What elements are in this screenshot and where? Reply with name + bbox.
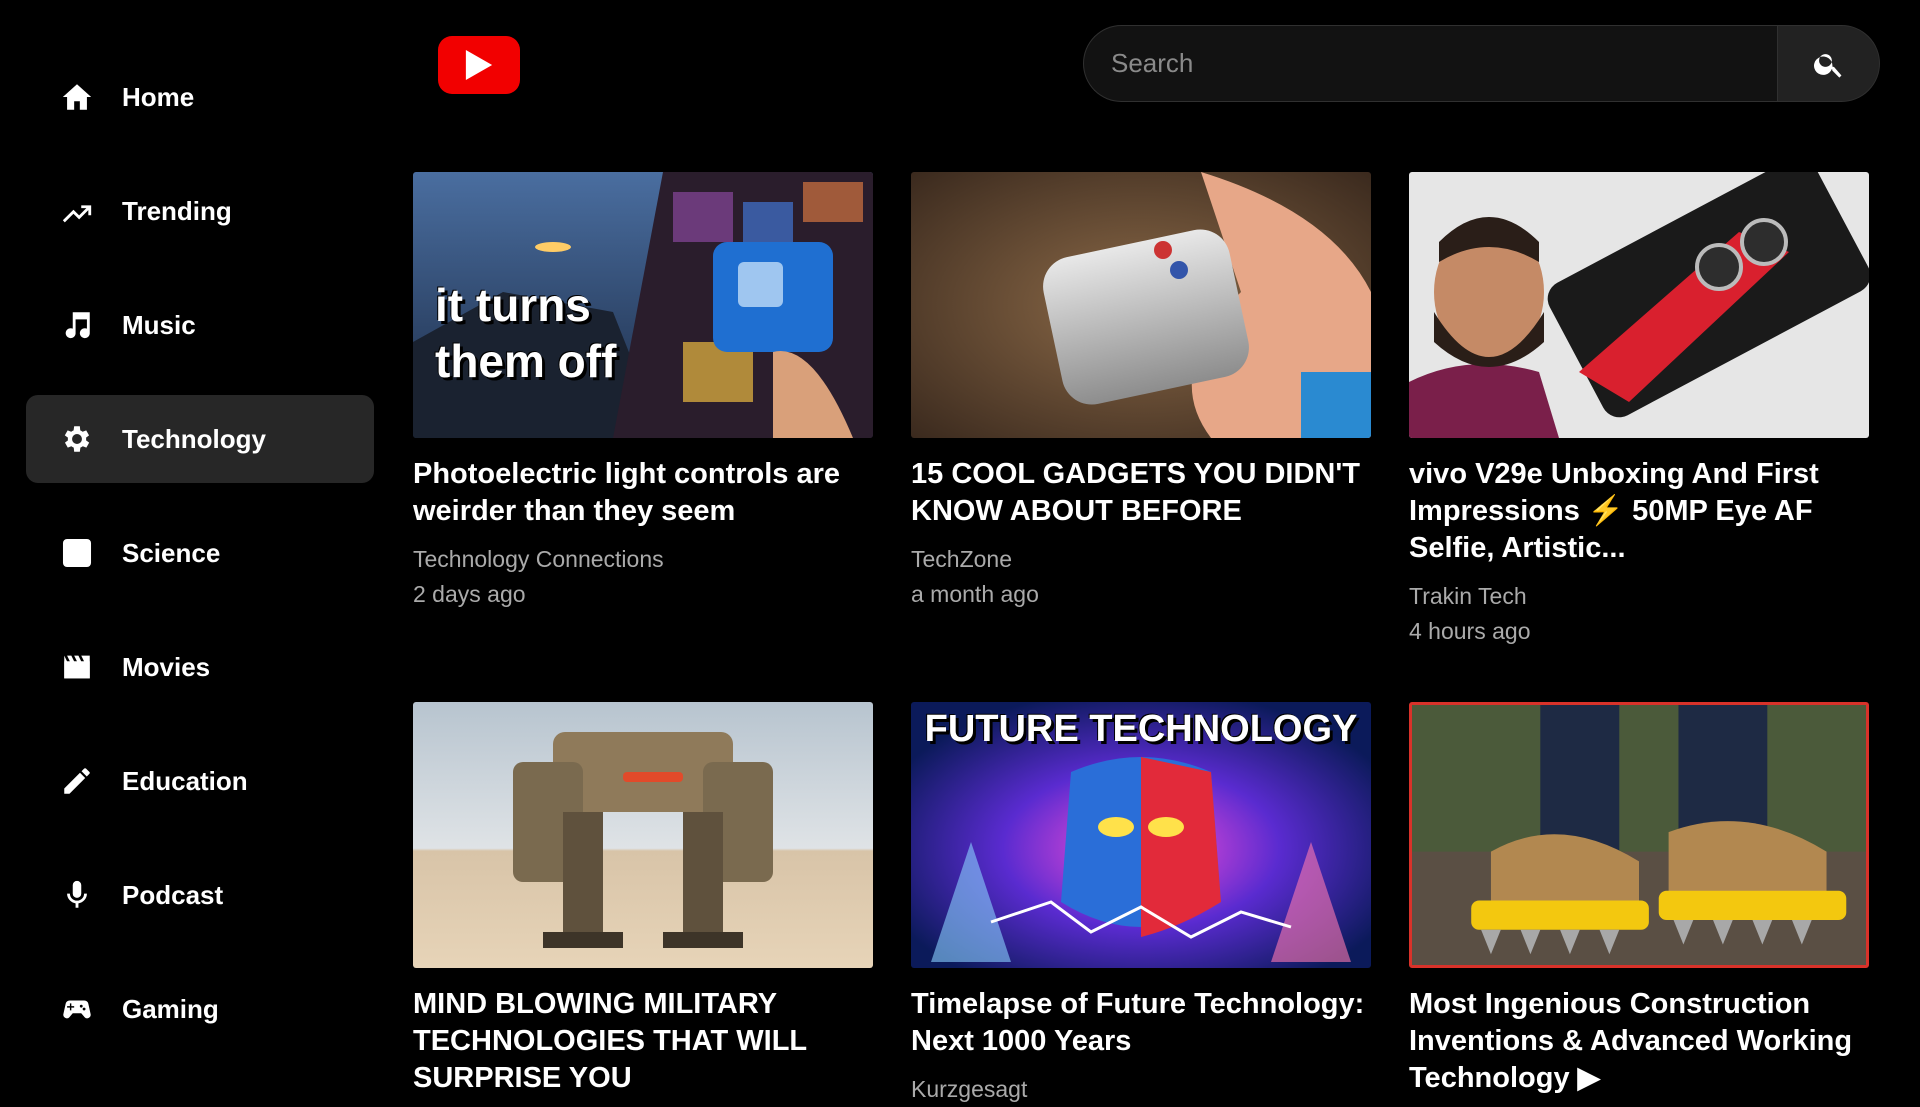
video-time: 2 days ago xyxy=(413,581,526,607)
video-thumbnail[interactable]: it turns them off xyxy=(413,172,873,438)
youtube-logo-icon[interactable] xyxy=(438,36,520,94)
gamepad-icon xyxy=(58,990,96,1028)
video-title[interactable]: Most Ingenious Construction Inventions &… xyxy=(1409,986,1869,1097)
music-note-icon xyxy=(58,306,96,344)
search-field xyxy=(1083,25,1783,102)
trending-icon xyxy=(58,192,96,230)
thumbnail-caption: them off xyxy=(435,335,617,387)
microphone-icon xyxy=(58,876,96,914)
video-card[interactable]: Most Ingenious Construction Inventions &… xyxy=(1409,702,1869,1097)
video-thumbnail[interactable] xyxy=(413,702,873,968)
sidebar-item-label: Home xyxy=(122,81,195,112)
atom-icon xyxy=(58,534,96,572)
clapperboard-icon xyxy=(58,648,96,686)
search-button[interactable] xyxy=(1777,25,1880,102)
video-title[interactable]: 15 COOL GADGETS YOU DIDN'T KNOW ABOUT BE… xyxy=(911,456,1371,530)
video-thumbnail[interactable] xyxy=(1409,172,1869,438)
home-icon xyxy=(58,78,96,116)
sidebar-item-trending[interactable]: Trending xyxy=(26,167,374,255)
video-title[interactable]: MIND BLOWING MILITARY TECHNOLOGIES THAT … xyxy=(413,986,873,1097)
video-time: a month ago xyxy=(911,581,1039,607)
video-channel[interactable]: Technology Connections xyxy=(413,542,873,577)
video-thumbnail[interactable]: FUTURE TECHNOLOGY xyxy=(911,702,1371,968)
sidebar-item-label: Music xyxy=(122,309,196,340)
sidebar-item-science[interactable]: Science xyxy=(26,509,374,597)
sidebar-item-technology[interactable]: Technology xyxy=(26,395,374,483)
sidebar-item-podcast[interactable]: Podcast xyxy=(26,851,374,939)
sidebar-item-label: Technology xyxy=(122,423,266,454)
video-channel[interactable]: Trakin Tech xyxy=(1409,579,1869,614)
video-card[interactable]: it turns them off Photoelectric light co… xyxy=(413,172,873,612)
sidebar-item-label: Science xyxy=(122,537,221,568)
search-input[interactable] xyxy=(1084,26,1783,101)
search-icon xyxy=(1813,53,1841,78)
video-card[interactable]: FUTURE TECHNOLOGY Timelapse of Future Te… xyxy=(911,702,1371,1107)
sidebar-item-label: Education xyxy=(122,765,248,796)
sidebar-item-education[interactable]: Education xyxy=(26,737,374,825)
thumbnail-caption: FUTURE TECHNOLOGY xyxy=(924,708,1358,750)
sidebar-item-music[interactable]: Music xyxy=(26,281,374,369)
video-channel[interactable]: TechZone xyxy=(911,542,1371,577)
sidebar-item-label: Trending xyxy=(122,195,232,226)
video-title[interactable]: Photoelectric light controls are weirder… xyxy=(413,456,873,530)
video-title[interactable]: vivo V29e Unboxing And First Impressions… xyxy=(1409,456,1869,567)
sidebar-item-movies[interactable]: Movies xyxy=(26,623,374,711)
video-card[interactable]: 15 COOL GADGETS YOU DIDN'T KNOW ABOUT BE… xyxy=(911,172,1371,612)
sidebar-item-label: Gaming xyxy=(122,993,219,1024)
pencil-icon xyxy=(58,762,96,800)
sidebar-item-label: Podcast xyxy=(122,879,224,910)
video-card[interactable]: MIND BLOWING MILITARY TECHNOLOGIES THAT … xyxy=(413,702,873,1097)
sidebar: Home Trending Music Technology Science M… xyxy=(0,0,390,1080)
sidebar-item-label: Movies xyxy=(122,651,211,682)
sidebar-item-gaming[interactable]: Gaming xyxy=(26,965,374,1053)
video-thumbnail[interactable] xyxy=(911,172,1371,438)
thumbnail-caption: it turns xyxy=(435,279,591,331)
video-card[interactable]: vivo V29e Unboxing And First Impressions… xyxy=(1409,172,1869,649)
video-channel[interactable]: Kurzgesagt xyxy=(911,1072,1371,1107)
video-thumbnail[interactable] xyxy=(1409,702,1869,968)
video-time: 4 hours ago xyxy=(1409,618,1531,644)
gear-icon xyxy=(58,420,96,458)
sidebar-item-home[interactable]: Home xyxy=(26,53,374,141)
video-title[interactable]: Timelapse of Future Technology: Next 100… xyxy=(911,986,1371,1060)
